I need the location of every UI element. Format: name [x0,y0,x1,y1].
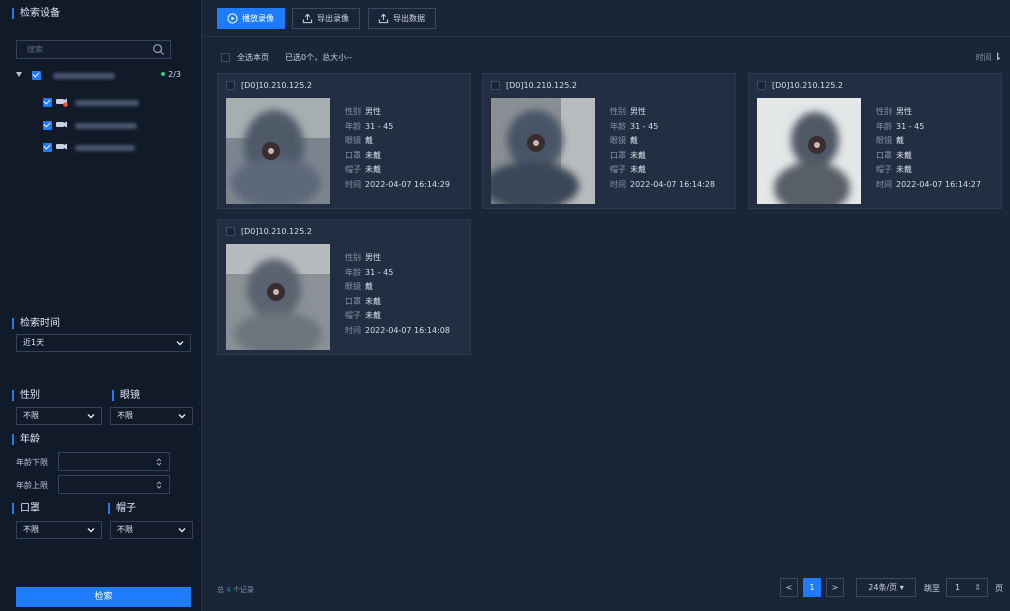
chevron-down-icon: ▾ [899,583,904,592]
page-unit-label: 页 [995,584,1003,593]
selected-info: 已选0个，总大小-- [285,53,352,62]
hat-value: 不限 [117,525,133,534]
child-checkbox[interactable] [43,98,52,107]
device-tree-child[interactable] [43,97,153,109]
record-card[interactable]: [D0]10.210.125.2 性别 男性 年龄 31 - 45 眼镜戴 口罩 未戴… [748,73,1002,209]
hat-select[interactable]: 不限 [110,521,193,539]
record-checkbox[interactable] [491,81,500,90]
expand-caret-icon[interactable] [16,72,22,77]
record-checkbox[interactable] [757,81,766,90]
glasses-select[interactable]: 不限 [110,407,193,425]
record-attributes: 性别 男性 年龄 31 - 45 眼镜戴 口罩 未戴 帽子 未戴 时间 2022-04-0… [345,253,450,335]
hat-section-title: 帽子 [108,503,136,514]
mask-select[interactable]: 不限 [16,521,102,539]
glasses-section-title: 眼镜 [112,390,140,401]
record-checkbox[interactable] [226,81,235,90]
next-page-button[interactable]: > [826,578,844,597]
chevron-down-icon [87,414,95,419]
child-device-name [75,123,137,129]
age-min-label: 年龄下限 [16,458,48,467]
device-tree-child[interactable] [43,120,153,132]
root-device-name [53,73,115,79]
child-device-name [75,100,139,106]
chevron-down-icon [178,414,186,419]
device-tree-root[interactable]: 2/3 [16,70,181,82]
spinner-icon[interactable] [156,480,162,490]
gender-section-title: 性别 [12,390,40,401]
export-video-button[interactable]: 导出录像 [292,8,360,29]
record-attributes: 性别 男性 年龄 31 - 45 眼镜戴 口罩 未戴 帽子 未戴 时间 2022-04-0… [610,107,715,189]
sidebar: 检索设备 2/3 检索时间 近1天 性别 眼镜 不限 不限 [0,0,202,611]
record-attributes: 性别 男性 年龄 31 - 45 眼镜戴 口罩 未戴 帽子 未戴 时间 2022-04-0… [345,107,450,189]
record-card[interactable]: [D0]10.210.125.2 性别 男性 年龄 31 - 45 眼镜戴 口罩 未戴… [482,73,736,209]
device-search-input[interactable] [17,41,147,58]
child-device-name [75,145,135,151]
record-card[interactable]: [D0]10.210.125.2 性别 男性 年龄 31 - 45 眼镜戴 口罩 未戴… [217,219,471,355]
export-icon [302,13,313,24]
face-snapshot[interactable] [226,98,330,204]
face-snapshot[interactable] [491,98,595,204]
export-icon [378,13,389,24]
time-section-title: 检索时间 [12,318,60,329]
spinner-icon[interactable]: ⇕ [974,579,981,596]
camera-offline-icon [56,98,68,107]
age-max-input[interactable] [58,475,170,494]
camera-icon [56,121,67,128]
chevron-down-icon [87,528,95,533]
time-range-select[interactable]: 近1天 [16,334,191,352]
online-dot-icon [161,72,166,76]
play-circle-icon [227,13,238,24]
gender-value: 不限 [23,411,39,420]
spinner-icon[interactable] [156,457,162,467]
play-recording-button[interactable]: 播放录像 [217,8,285,29]
child-checkbox[interactable] [43,143,52,152]
select-all-label[interactable]: 全选本页 [237,52,269,63]
root-checkbox[interactable] [32,71,41,80]
time-sort-toggle[interactable]: 时间 ⇂ [976,52,1002,63]
channel-label: [D0]10.210.125.2 [772,81,843,90]
total-records: 总 4 个记录 [217,586,254,594]
device-tree-child[interactable] [43,142,153,154]
glasses-value: 不限 [117,411,133,420]
child-checkbox[interactable] [43,121,52,130]
chevron-down-icon [178,528,186,533]
device-search-box[interactable] [16,40,171,59]
select-all-checkbox[interactable] [221,53,230,62]
record-card[interactable]: [D0]10.210.125.2 性别 男性 年龄 31 - 45 眼镜戴 口罩 未戴… [217,73,471,209]
sort-icon: ⇂ [993,52,1002,63]
camera-icon [56,143,67,150]
page-1-button[interactable]: 1 [803,578,821,597]
record-checkbox[interactable] [226,227,235,236]
age-min-input[interactable] [58,452,170,471]
search-button[interactable]: 检索 [16,587,191,607]
channel-label: [D0]10.210.125.2 [241,227,312,236]
age-section-title: 年龄 [12,434,40,445]
record-attributes: 性别 男性 年龄 31 - 45 眼镜戴 口罩 未戴 帽子 未戴 时间 2022-04-0… [876,107,981,189]
prev-page-button[interactable]: < [780,578,798,597]
online-count: 2/3 [161,70,181,79]
chevron-down-icon [176,341,184,346]
gender-select[interactable]: 不限 [16,407,102,425]
jump-page-input[interactable]: 1 ⇕ [946,578,988,597]
device-section-title: 检索设备 [12,8,60,19]
mask-section-title: 口罩 [12,503,40,514]
export-data-button[interactable]: 导出数据 [368,8,436,29]
channel-label: [D0]10.210.125.2 [241,81,312,90]
search-icon[interactable] [152,43,165,56]
mask-value: 不限 [23,525,39,534]
page-size-select[interactable]: 24条/页 ▾ [856,578,916,597]
channel-label: [D0]10.210.125.2 [506,81,577,90]
jump-label: 跳至 [924,584,940,593]
age-max-label: 年龄上限 [16,481,48,490]
toolbar-divider [202,36,1010,37]
face-snapshot[interactable] [757,98,861,204]
time-range-value: 近1天 [23,338,45,347]
face-snapshot[interactable] [226,244,330,350]
